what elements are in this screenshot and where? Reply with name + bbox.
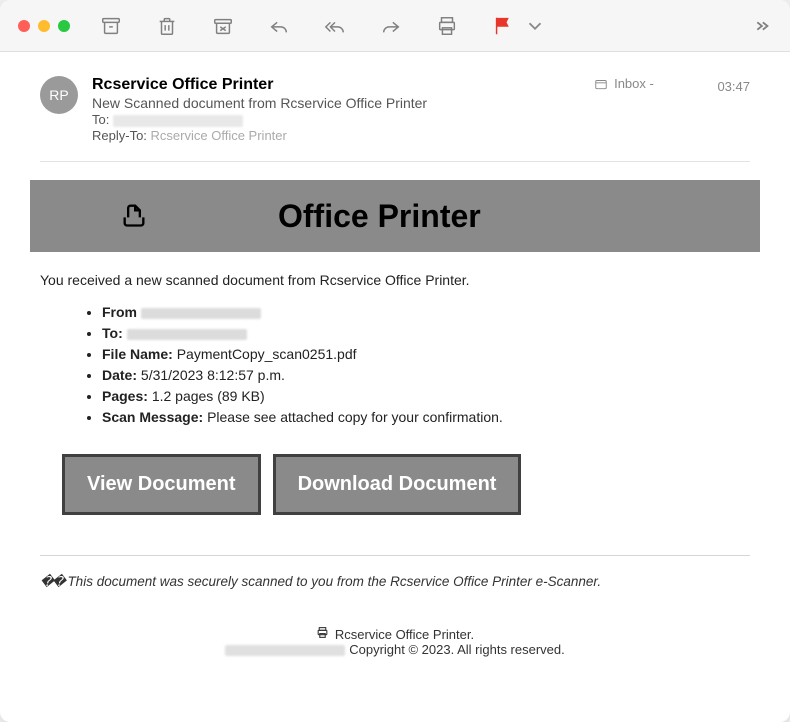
to-redacted [113, 115, 243, 127]
reply-to-line: Reply-To: Rcservice Office Printer [92, 128, 594, 143]
time-label: 03:47 [717, 79, 750, 94]
reply-icon[interactable] [268, 15, 290, 37]
header-meta-right: Inbox - 03:47 [594, 76, 750, 94]
flag-icon[interactable] [492, 15, 514, 37]
traffic-lights [18, 20, 70, 32]
trash-icon[interactable] [156, 15, 178, 37]
flag-dropdown-icon[interactable] [524, 15, 546, 37]
folder-label: Inbox - [614, 76, 654, 91]
secure-note-glyph: �� [40, 574, 64, 589]
button-row: View Document Download Document [62, 454, 750, 515]
avatar: RP [40, 76, 78, 114]
reply-to-label: Reply-To: [92, 128, 147, 143]
junk-icon[interactable] [212, 15, 234, 37]
detail-date: Date: 5/31/2023 8:12:57 p.m. [102, 365, 750, 386]
secure-note-text: This document was securely scanned to yo… [64, 574, 601, 589]
view-document-button[interactable]: View Document [62, 454, 261, 515]
footer: Rcservice Office Printer. Copyright © 20… [40, 626, 750, 657]
divider-2 [40, 555, 750, 556]
footer-line2: Copyright © 2023. All rights reserved. [40, 642, 750, 657]
divider [40, 161, 750, 162]
reply-all-icon[interactable] [324, 15, 346, 37]
forward-icon[interactable] [380, 15, 402, 37]
print-icon[interactable] [436, 15, 458, 37]
detail-scanmsg: Scan Message: Please see attached copy f… [102, 407, 750, 428]
mail-window: RP Rcservice Office Printer New Scanned … [0, 0, 790, 722]
secure-note: �� This document was securely scanned to… [40, 574, 750, 590]
archive-icon[interactable] [100, 15, 122, 37]
email-content: RP Rcservice Office Printer New Scanned … [0, 52, 790, 677]
folder-icon [594, 77, 608, 91]
to-line: To: [92, 112, 594, 127]
detail-to: To: [102, 323, 750, 344]
to-label: To: [92, 112, 109, 127]
banner: Office Printer [30, 180, 760, 252]
detail-from: From [102, 302, 750, 323]
toolbar [100, 15, 772, 37]
printer-small-icon [316, 626, 329, 642]
email-subject: New Scanned document from Rcservice Offi… [92, 95, 594, 111]
banner-title: Office Printer [278, 198, 481, 235]
close-window-button[interactable] [18, 20, 30, 32]
print-tray-icon [120, 201, 148, 232]
more-icon[interactable] [750, 15, 772, 37]
folder-indicator[interactable]: Inbox - [594, 76, 654, 91]
from-redacted [141, 308, 261, 319]
intro-text: You received a new scanned document from… [40, 272, 750, 288]
download-document-button[interactable]: Download Document [273, 454, 522, 515]
footer-line1-text: Rcservice Office Printer. [335, 627, 474, 642]
minimize-window-button[interactable] [38, 20, 50, 32]
details-list: From To: File Name: PaymentCopy_scan0251… [40, 302, 750, 428]
detail-filename: File Name: PaymentCopy_scan0251.pdf [102, 344, 750, 365]
reply-to-value: Rcservice Office Printer [151, 128, 287, 143]
sender-name: Rcservice Office Printer [92, 76, 594, 94]
detail-pages: Pages: 1.2 pages (89 KB) [102, 386, 750, 407]
to-value-redacted [127, 329, 247, 340]
titlebar [0, 0, 790, 52]
email-header: RP Rcservice Office Printer New Scanned … [40, 76, 750, 143]
maximize-window-button[interactable] [58, 20, 70, 32]
footer-redacted [225, 645, 345, 656]
